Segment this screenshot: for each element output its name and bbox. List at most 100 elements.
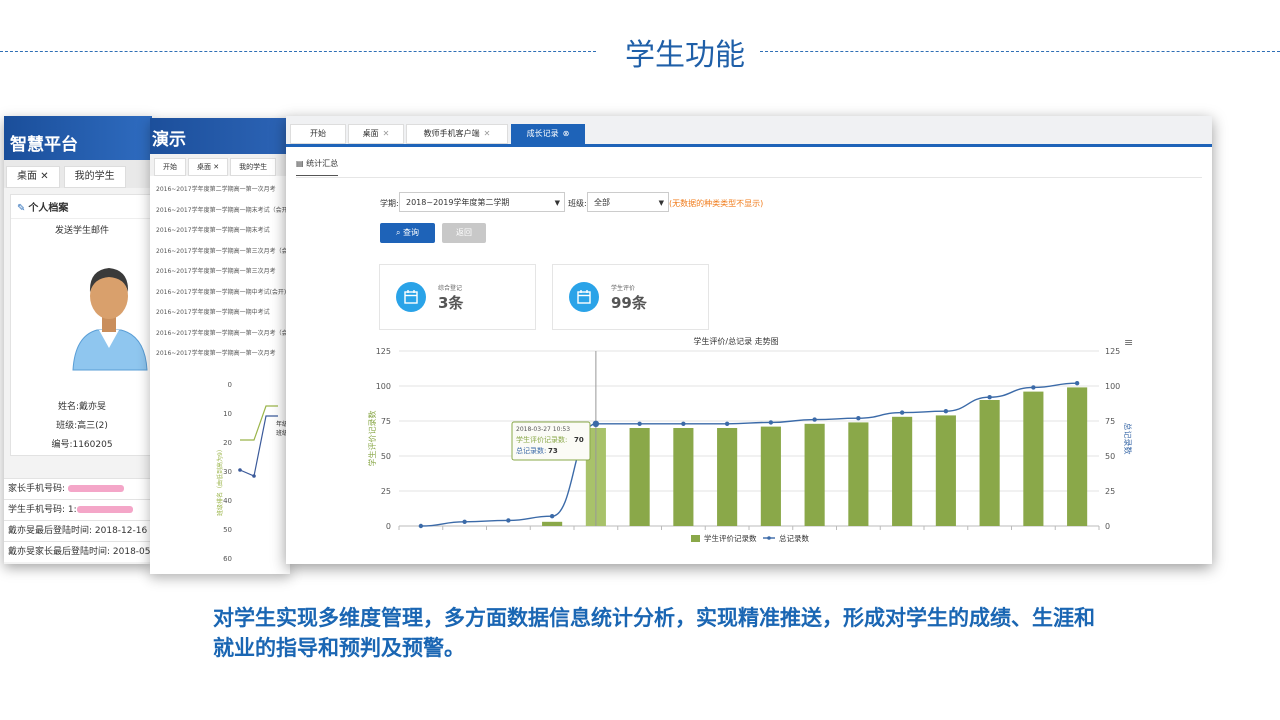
total-records-point — [418, 523, 424, 529]
total-records-point — [592, 420, 600, 427]
parent-last-login-row: 戴亦旻家长最后登陆时间: 2018-05-0 — [4, 541, 152, 562]
bar — [1023, 391, 1044, 526]
legend-line-marker — [767, 536, 771, 540]
legend-bar-label: 学生评价记录数 — [704, 533, 757, 543]
y2-tick-label: 0 — [1105, 522, 1110, 531]
bar — [804, 423, 825, 526]
contact-rows: 家长手机号码: 学生手机号码: 1: 戴亦旻最后登陆时间: 2018-12-16… — [4, 478, 152, 562]
student-number: 编号:1160205 — [51, 440, 113, 450]
total-records-point — [812, 417, 817, 422]
title-divider-left — [0, 51, 596, 52]
close-icon[interactable]: ✕ — [213, 163, 219, 171]
profile-panel: ✎ 个人档案 发送学生邮件 姓名:戴亦旻 班级:高三(2) 编号:1160205 — [10, 194, 152, 456]
list-item[interactable]: 2016~2017学年度第一学期高一第三次月考 — [150, 262, 290, 283]
y-tick-label: 125 — [376, 347, 391, 356]
exam-list-screenshot: 演示 开始 桌面 ✕ 我的学生 2016~2017学年度第二学期高一第一次月考 … — [150, 118, 290, 574]
bar — [673, 428, 694, 526]
bar — [979, 400, 1000, 526]
tooltip-line1-value: 70 — [574, 436, 584, 444]
edit-icon: ✎ — [17, 203, 26, 214]
bar — [717, 428, 738, 526]
rank-chart: 0 10 20 30 40 50 60 班级排名（由低到高为9） 年级 班级 — [216, 381, 288, 563]
tooltip-date: 2018-03-27 10:53 — [516, 426, 570, 433]
total-records-point — [462, 519, 467, 524]
student-phone-row: 学生手机号码: 1: — [4, 499, 152, 520]
bar — [848, 422, 869, 526]
rank-y-tick: 10 — [223, 410, 232, 418]
y2-tick-label: 125 — [1105, 347, 1120, 356]
redacted-phone — [67, 485, 124, 492]
total-records-point — [724, 421, 730, 426]
bar — [629, 428, 650, 526]
list-item[interactable]: 2016~2017学年度第二学期高一第一次月考 — [150, 180, 290, 201]
last-login-row: 戴亦旻最后登陆时间: 2018-12-16 18 — [4, 520, 152, 541]
tab-my-students[interactable]: 我的学生 — [230, 158, 277, 176]
total-records-point — [681, 421, 686, 426]
list-item[interactable]: 2016~2017学年度第一学期高一期中考试 — [150, 303, 290, 324]
rank-y-tick: 20 — [223, 439, 232, 447]
y2-tick-label: 50 — [1105, 452, 1115, 461]
bar — [542, 521, 563, 526]
bar — [935, 415, 956, 526]
total-records-point — [1031, 385, 1036, 390]
profile-panel-title: ✎ 个人档案 — [11, 195, 152, 219]
exam-list: 2016~2017学年度第二学期高一第一次月考 2016~2017学年度第一学期… — [150, 176, 290, 365]
bar — [760, 426, 781, 526]
y-axis-label: 学生评价记录数 — [367, 411, 377, 467]
bar — [892, 416, 913, 526]
close-icon[interactable]: ✕ — [40, 171, 48, 182]
list-item[interactable]: 2016~2017学年度第一学期高一第一次月考（会开） — [150, 324, 290, 345]
student-class: 班级:高三(2) — [56, 421, 108, 431]
total-records-point — [637, 421, 642, 426]
y-tick-label: 0 — [386, 522, 391, 531]
tab-start[interactable]: 开始 — [154, 158, 186, 176]
y2-tick-label: 75 — [1105, 417, 1115, 426]
total-records-point — [899, 410, 905, 415]
rank-y-tick: 60 — [223, 555, 232, 563]
grade-rank-line — [240, 405, 278, 441]
middle-tabbar: 开始 桌面 ✕ 我的学生 — [150, 154, 290, 176]
student-info: 姓名:戴亦旻 班级:高三(2) 编号:1160205 — [11, 398, 152, 455]
redacted-phone — [76, 506, 133, 513]
slide-title: 学生功能 — [625, 38, 745, 73]
avatar — [72, 268, 148, 371]
trend-chart: 0 025 2550 5075 75100 100125 125学生评价记录数 总记录数201… — [367, 347, 1133, 543]
list-item[interactable]: 2016~2017学年度第一学期高一第三次月考（会开） — [150, 242, 290, 263]
tab-desktop[interactable]: 桌面 ✕ — [6, 166, 60, 188]
list-item[interactable]: 2016~2017学年度第一学期高一期末考试（会开） — [150, 201, 290, 222]
y2-tick-label: 25 — [1105, 487, 1115, 496]
left-tabbar: 桌面 ✕ 我的学生 — [4, 160, 152, 188]
rank-y-tick: 40 — [223, 497, 232, 505]
parent-phone-row: 家长手机号码: — [4, 478, 152, 499]
total-records-point — [549, 514, 555, 519]
rank-y-label: 班级排名（由低到高为9） — [216, 446, 224, 516]
list-item[interactable]: 2016~2017学年度第一学期高一第一次月考 — [150, 344, 290, 365]
student-profile-screenshot: 智慧平台 桌面 ✕ 我的学生 ✎ 个人档案 发送学生邮件 姓名:戴亦旻 班级:高三… — [4, 116, 152, 564]
total-records-point — [943, 409, 949, 414]
total-records-point — [856, 416, 861, 421]
total-records-point — [987, 395, 992, 400]
platform-header: 智慧平台 — [4, 116, 152, 160]
total-records-point — [1074, 381, 1080, 386]
class-rank-point — [238, 468, 242, 472]
class-rank-point — [252, 474, 256, 478]
send-email-button[interactable]: 发送学生邮件 — [11, 223, 152, 236]
y2-axis-label: 总记录数 — [1123, 423, 1133, 455]
demo-header: 演示 — [150, 118, 290, 154]
rank-y-tick: 50 — [223, 526, 232, 534]
growth-record-screenshot: 开始 桌面 ✕ 教师手机客户端 ✕ 成长记录 ⊗ ▤ 统计汇总 学期: 2018~20… — [286, 116, 1212, 564]
total-records-point — [506, 518, 511, 523]
rank-y-tick: 30 — [223, 468, 232, 476]
student-name: 姓名:戴亦旻 — [57, 402, 107, 412]
total-records-point — [768, 420, 774, 425]
list-item[interactable]: 2016~2017学年度第一学期高一期末考试 — [150, 221, 290, 242]
y-tick-label: 50 — [381, 452, 391, 461]
title-divider-right — [760, 51, 1280, 52]
y-tick-label: 25 — [381, 487, 391, 496]
legend-line-label: 总记录数 — [779, 533, 809, 543]
rank-y-tick: 0 — [228, 381, 232, 389]
tab-my-students[interactable]: 我的学生 — [63, 166, 126, 188]
list-item[interactable]: 2016~2017学年度第一学期高一期中考试(会开) — [150, 283, 290, 304]
tab-desktop[interactable]: 桌面 ✕ — [188, 158, 229, 176]
tooltip-line2-label: 总记录数: — [516, 446, 546, 455]
